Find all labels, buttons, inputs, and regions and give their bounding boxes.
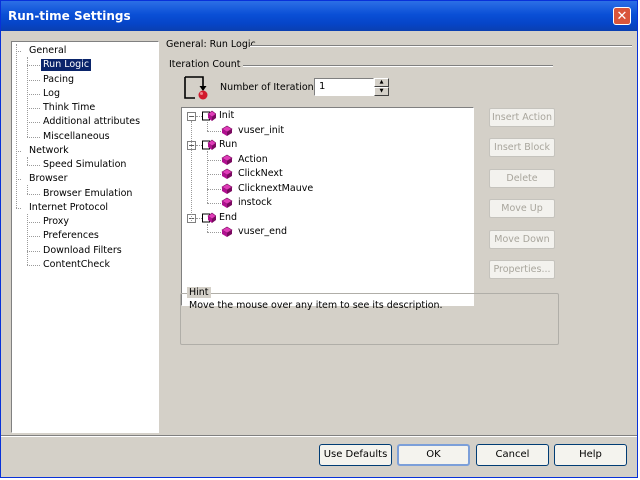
properties-button[interactable]: Properties... — [489, 260, 555, 279]
insert-action-button[interactable]: Insert Action — [489, 108, 555, 127]
settings-tree-item-network[interactable]: Network — [29, 145, 69, 157]
iteration-icon — [184, 76, 208, 100]
settings-tree-item-download-filters[interactable]: Download Filters — [43, 245, 122, 257]
tree-section-run[interactable]: Run — [219, 139, 237, 151]
tree-connector — [27, 108, 40, 109]
move-down-button[interactable]: Move Down — [489, 230, 555, 249]
iteration-separator — [243, 65, 553, 67]
settings-tree[interactable]: General Run Logic Pacing Log Think Time Addit… — [11, 41, 159, 433]
tree-connector — [27, 57, 28, 137]
action-icon — [220, 226, 234, 238]
tree-connector — [207, 203, 221, 204]
tree-connector — [207, 188, 221, 190]
settings-tree-item-miscellaneous[interactable]: Miscellaneous — [43, 131, 110, 143]
settings-tree-item-run-logic[interactable]: Run Logic — [41, 59, 92, 72]
hint-title: Hint — [187, 287, 211, 298]
tree-action-clicknextmauve[interactable]: ClicknextMauve — [238, 183, 313, 195]
tree-connector — [27, 79, 40, 81]
run-logic-tree[interactable]: − Init vuser_init − Run Action ClickNext Clickn… — [181, 107, 474, 306]
action-icon — [220, 168, 234, 180]
action-icon — [220, 197, 234, 209]
tree-connector — [207, 151, 208, 203]
page-title: General: Run Logic — [166, 39, 256, 50]
move-up-button[interactable]: Move Up — [489, 199, 555, 218]
tree-connector — [16, 207, 21, 209]
delete-button[interactable]: Delete — [489, 169, 555, 188]
help-button[interactable]: Help — [554, 444, 627, 466]
tree-connector — [27, 213, 28, 265]
settings-tree-item-contentcheck[interactable]: ContentCheck — [43, 259, 110, 271]
tree-connector — [27, 193, 40, 195]
settings-tree-item-pacing[interactable]: Pacing — [43, 74, 74, 86]
tree-section-end[interactable]: End — [219, 212, 237, 224]
iterations-label: Number of Iterations: — [220, 82, 322, 93]
tree-connector — [207, 122, 208, 131]
block-icon — [202, 139, 217, 151]
tree-connector — [207, 232, 221, 233]
settings-tree-item-preferences[interactable]: Preferences — [43, 230, 99, 242]
tree-connector — [16, 44, 17, 208]
tree-section-init[interactable]: Init — [219, 110, 234, 122]
iterations-spinner[interactable]: ▲ ▼ — [374, 78, 389, 96]
tree-action-vuser-init[interactable]: vuser_init — [238, 125, 284, 137]
action-icon — [220, 154, 234, 166]
run-time-settings-dialog: Run-time Settings ✕ General Run Logic Paci… — [0, 0, 638, 478]
tree-connector — [27, 122, 40, 124]
tree-connector — [207, 223, 208, 232]
title-bar[interactable]: Run-time Settings ✕ — [1, 1, 637, 31]
tree-connector — [27, 185, 28, 194]
window-title: Run-time Settings — [8, 9, 131, 23]
settings-tree-item-browser[interactable]: Browser — [29, 173, 68, 185]
settings-tree-item-internet-protocol[interactable]: Internet Protocol — [29, 202, 108, 214]
block-icon — [202, 110, 217, 122]
tree-connector — [27, 222, 40, 223]
tree-connector — [27, 236, 40, 238]
settings-tree-item-log[interactable]: Log — [43, 88, 60, 100]
ok-button[interactable]: OK — [397, 444, 470, 466]
tree-connector — [27, 136, 40, 138]
tree-connector — [207, 174, 221, 175]
settings-tree-item-proxy[interactable]: Proxy — [43, 216, 69, 228]
settings-tree-item-speed-simulation[interactable]: Speed Simulation — [43, 159, 126, 171]
tree-connector — [207, 159, 221, 161]
page-title-separator — [250, 45, 632, 47]
footer-separator — [1, 435, 637, 437]
tree-action-vuser-end[interactable]: vuser_end — [238, 226, 287, 238]
use-defaults-button[interactable]: Use Defaults — [319, 444, 392, 466]
spin-down-button[interactable]: ▼ — [374, 87, 389, 96]
settings-tree-item-browser-emulation[interactable]: Browser Emulation — [43, 188, 132, 200]
cancel-button[interactable]: Cancel — [476, 444, 549, 466]
settings-tree-item-think-time[interactable]: Think Time — [43, 102, 95, 114]
spin-up-button[interactable]: ▲ — [374, 78, 389, 87]
settings-tree-item-general[interactable]: General — [29, 45, 66, 57]
tree-connector — [27, 156, 28, 165]
collapse-toggle[interactable]: − — [187, 112, 196, 121]
insert-block-button[interactable]: Insert Block — [489, 138, 555, 157]
tree-connector — [191, 121, 192, 221]
action-icon — [220, 183, 234, 195]
dialog-body: General Run Logic Pacing Log Think Time Addit… — [1, 31, 637, 477]
tree-connector — [27, 93, 40, 95]
tree-connector — [27, 250, 40, 252]
tree-connector — [27, 264, 40, 266]
tree-action-action[interactable]: Action — [238, 154, 268, 166]
block-icon — [202, 212, 217, 224]
tree-connector — [27, 165, 40, 166]
close-button[interactable]: ✕ — [613, 7, 631, 25]
tree-action-clicknext[interactable]: ClickNext — [238, 168, 283, 180]
hint-text: Move the mouse over any item to see its … — [189, 300, 443, 311]
tree-action-instock[interactable]: instock — [238, 197, 272, 209]
tree-connector — [27, 65, 40, 67]
iteration-count-label: Iteration Count — [169, 59, 241, 70]
settings-tree-item-additional-attributes[interactable]: Additional attributes — [43, 116, 140, 128]
iterations-input[interactable]: 1 — [314, 78, 374, 96]
action-icon — [220, 125, 234, 137]
tree-connector — [207, 130, 221, 132]
